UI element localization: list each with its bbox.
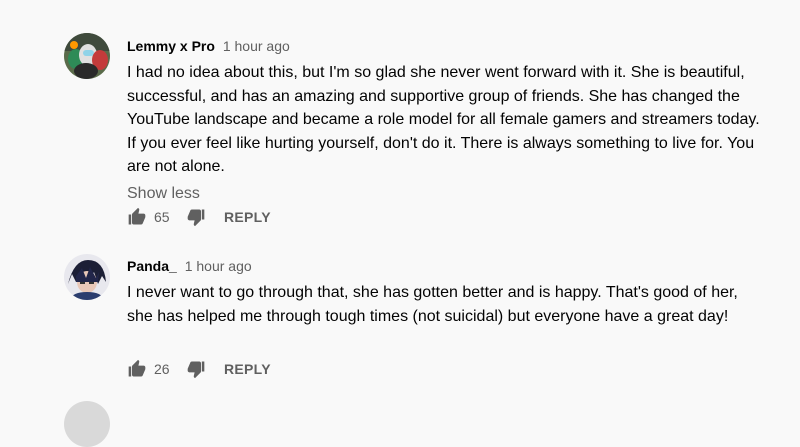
- comment-actions: 65 REPLY: [127, 205, 271, 229]
- reply-button[interactable]: REPLY: [224, 209, 271, 225]
- like-count: 26: [154, 361, 170, 377]
- comment-header: Lemmy x Pro 1 hour ago: [127, 36, 767, 56]
- comment-time[interactable]: 1 hour ago: [223, 38, 290, 54]
- thumbs-down-icon[interactable]: [186, 207, 206, 227]
- avatar[interactable]: [64, 254, 110, 300]
- comment-text: I never want to go through that, she has…: [127, 281, 767, 328]
- comment-author[interactable]: Panda_: [127, 258, 177, 274]
- comment-text-content: I had no idea about this, but I'm so gla…: [127, 64, 760, 175]
- comment-header: Panda_ 1 hour ago: [127, 256, 767, 276]
- reply-button[interactable]: REPLY: [224, 361, 271, 377]
- thumbs-up-icon[interactable]: [127, 359, 147, 379]
- comment-author[interactable]: Lemmy x Pro: [127, 38, 215, 54]
- anime-avatar-icon: [64, 254, 110, 300]
- comment-actions: 26 REPLY: [127, 357, 271, 381]
- thumbs-up-icon[interactable]: [127, 207, 147, 227]
- avatar[interactable]: [64, 33, 110, 79]
- comment-text-content: I never want to go through that, she has…: [127, 284, 738, 325]
- among-us-avatar-icon: [64, 33, 110, 79]
- thumbs-down-icon[interactable]: [186, 359, 206, 379]
- like-count: 65: [154, 209, 170, 225]
- comment-text: I had no idea about this, but I'm so gla…: [127, 61, 767, 179]
- comment-time[interactable]: 1 hour ago: [185, 258, 252, 274]
- avatar[interactable]: [64, 401, 110, 447]
- show-less-button[interactable]: Show less: [127, 182, 767, 206]
